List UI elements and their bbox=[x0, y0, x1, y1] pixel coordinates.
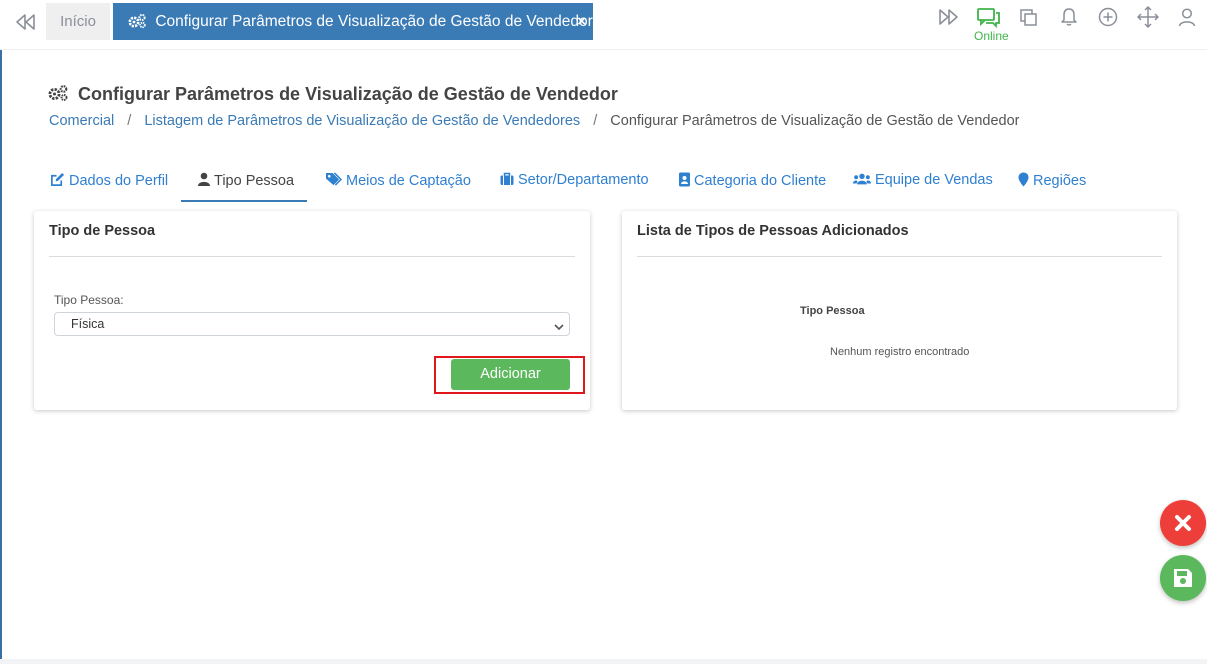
plus-circle-icon[interactable] bbox=[1097, 6, 1121, 30]
online-status: Online bbox=[974, 29, 1009, 43]
tab-regioes[interactable]: Regiões bbox=[1018, 172, 1086, 202]
top-tab-bar: Início Configurar Parâmetros de Visualiz… bbox=[0, 0, 1207, 50]
card-title: Lista de Tipos de Pessoas Adicionados bbox=[637, 223, 909, 239]
tab-categoria-do-cliente[interactable]: Categoria do Cliente bbox=[679, 172, 826, 202]
left-accent-line bbox=[0, 0, 2, 664]
save-button[interactable] bbox=[1160, 555, 1206, 601]
tab-label: Categoria do Cliente bbox=[694, 173, 827, 189]
lista-tipos-pessoas-card: Lista de Tipos de Pessoas Adicionados Ti… bbox=[622, 211, 1177, 410]
id-badge-icon bbox=[679, 172, 690, 187]
tab-configurar-parametros[interactable]: Configurar Parâmetros de Visualização de… bbox=[113, 3, 593, 40]
page-title: Configurar Parâmetros de Visualização de… bbox=[47, 84, 618, 107]
breadcrumb-listagem[interactable]: Listagem de Parâmetros de Visualização d… bbox=[144, 113, 580, 129]
tab-setor-departamento[interactable]: Setor/Departamento bbox=[500, 172, 649, 202]
breadcrumb-current: Configurar Parâmetros de Visualização de… bbox=[610, 113, 1020, 129]
tipo-pessoa-label: Tipo Pessoa: bbox=[54, 293, 124, 307]
add-button[interactable]: Adicionar bbox=[451, 359, 570, 390]
empty-message: Nenhum registro encontrado bbox=[830, 346, 970, 358]
tab-label: Dados do Perfil bbox=[69, 173, 169, 189]
move-icon[interactable] bbox=[1136, 5, 1160, 29]
tab-label: Tipo Pessoa bbox=[214, 173, 295, 189]
tab-meios-de-captacao[interactable]: Meios de Captação bbox=[325, 172, 471, 202]
select-value: Física bbox=[71, 317, 105, 331]
tipo-pessoa-card: Tipo de Pessoa Tipo Pessoa: Física Adici… bbox=[34, 211, 590, 410]
chevron-down-icon bbox=[553, 318, 565, 331]
tipo-pessoa-select[interactable]: Física bbox=[54, 312, 570, 336]
breadcrumb: Comercial / Listagem de Parâmetros de Vi… bbox=[49, 113, 1020, 129]
tab-dados-do-perfil[interactable]: Dados do Perfil bbox=[50, 172, 168, 202]
briefcase-icon bbox=[500, 172, 514, 185]
chat-icon[interactable] bbox=[976, 7, 1000, 31]
divider bbox=[49, 256, 575, 257]
bell-icon[interactable] bbox=[1058, 6, 1082, 30]
breadcrumb-separator: / bbox=[127, 113, 132, 129]
user-icon[interactable] bbox=[1176, 6, 1200, 30]
tab-tipo-pessoa[interactable]: Tipo Pessoa bbox=[181, 172, 307, 202]
copy-icon[interactable] bbox=[1018, 7, 1042, 31]
gears-icon bbox=[47, 84, 69, 107]
users-icon bbox=[853, 173, 871, 185]
close-icon bbox=[1175, 515, 1191, 531]
tab-equipe-de-vendas[interactable]: Equipe de Vendas bbox=[853, 172, 993, 202]
rewind-icon[interactable] bbox=[14, 11, 38, 33]
gears-icon bbox=[127, 6, 147, 43]
tab-inicio[interactable]: Início bbox=[46, 3, 110, 40]
tab-label: Configurar Parâmetros de Visualização de… bbox=[155, 13, 593, 30]
breadcrumb-comercial[interactable]: Comercial bbox=[49, 113, 114, 129]
map-marker-icon bbox=[1018, 172, 1029, 187]
tab-label: Regiões bbox=[1033, 173, 1087, 189]
column-header-tipo-pessoa: Tipo Pessoa bbox=[800, 305, 865, 317]
edit-icon bbox=[51, 172, 65, 186]
bottom-border bbox=[0, 659, 1207, 664]
tags-icon bbox=[326, 172, 343, 186]
fast-forward-icon[interactable] bbox=[936, 7, 960, 31]
cancel-button[interactable] bbox=[1160, 500, 1206, 546]
page-title-text: Configurar Parâmetros de Visualização de… bbox=[78, 84, 618, 104]
floppy-disk-icon bbox=[1174, 569, 1192, 587]
tab-label: Meios de Captação bbox=[346, 173, 471, 189]
divider bbox=[637, 256, 1162, 257]
tab-label: Setor/Departamento bbox=[518, 172, 649, 188]
tab-label: Equipe de Vendas bbox=[875, 172, 993, 188]
breadcrumb-separator: / bbox=[593, 113, 598, 129]
card-title: Tipo de Pessoa bbox=[49, 223, 156, 239]
close-tab-icon[interactable]: × bbox=[577, 3, 586, 40]
user-icon bbox=[198, 172, 210, 186]
